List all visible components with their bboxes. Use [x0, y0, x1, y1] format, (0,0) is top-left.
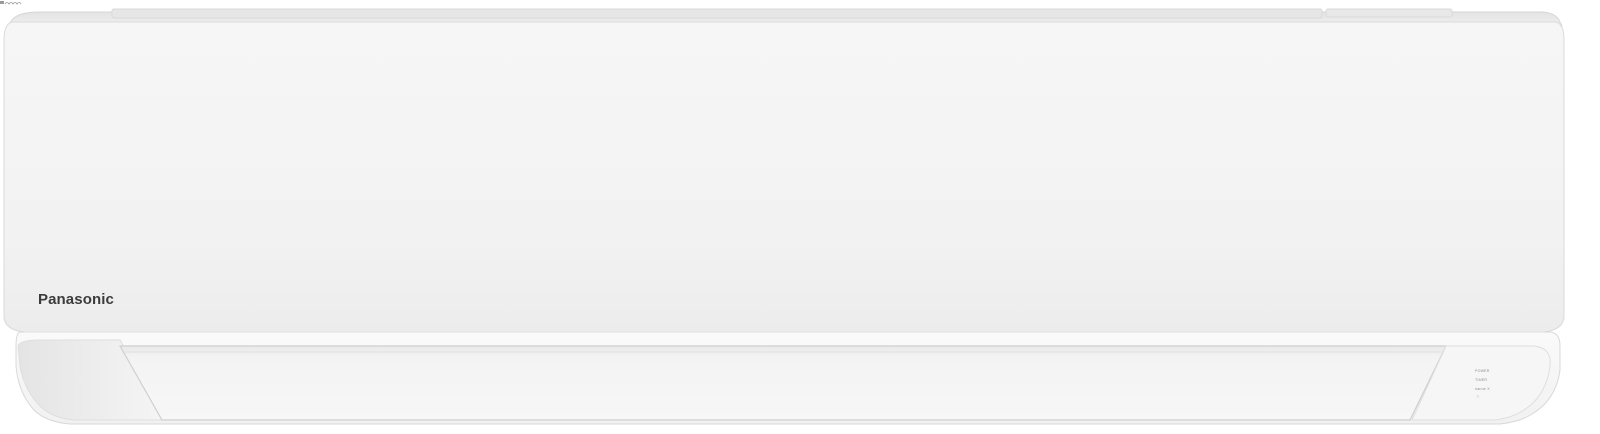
indicator-power: POWER	[1475, 369, 1490, 373]
air-conditioner-image: Panasonic POWER TIMER nanoe X ⌔	[0, 0, 1600, 434]
air-conditioner-body	[3, 8, 1565, 425]
louver-vane	[118, 345, 1447, 421]
top-slot-right	[1325, 8, 1453, 18]
front-panel	[3, 21, 1565, 333]
indicator-nanoe: nanoe X	[1475, 387, 1490, 391]
signal-icon: ⌔	[1476, 394, 1480, 399]
nanoe-logo-icon	[0, 1, 22, 5]
brand-logo: Panasonic	[38, 291, 114, 308]
indicator-timer: TIMER	[1475, 378, 1488, 382]
top-slot	[111, 8, 1323, 19]
